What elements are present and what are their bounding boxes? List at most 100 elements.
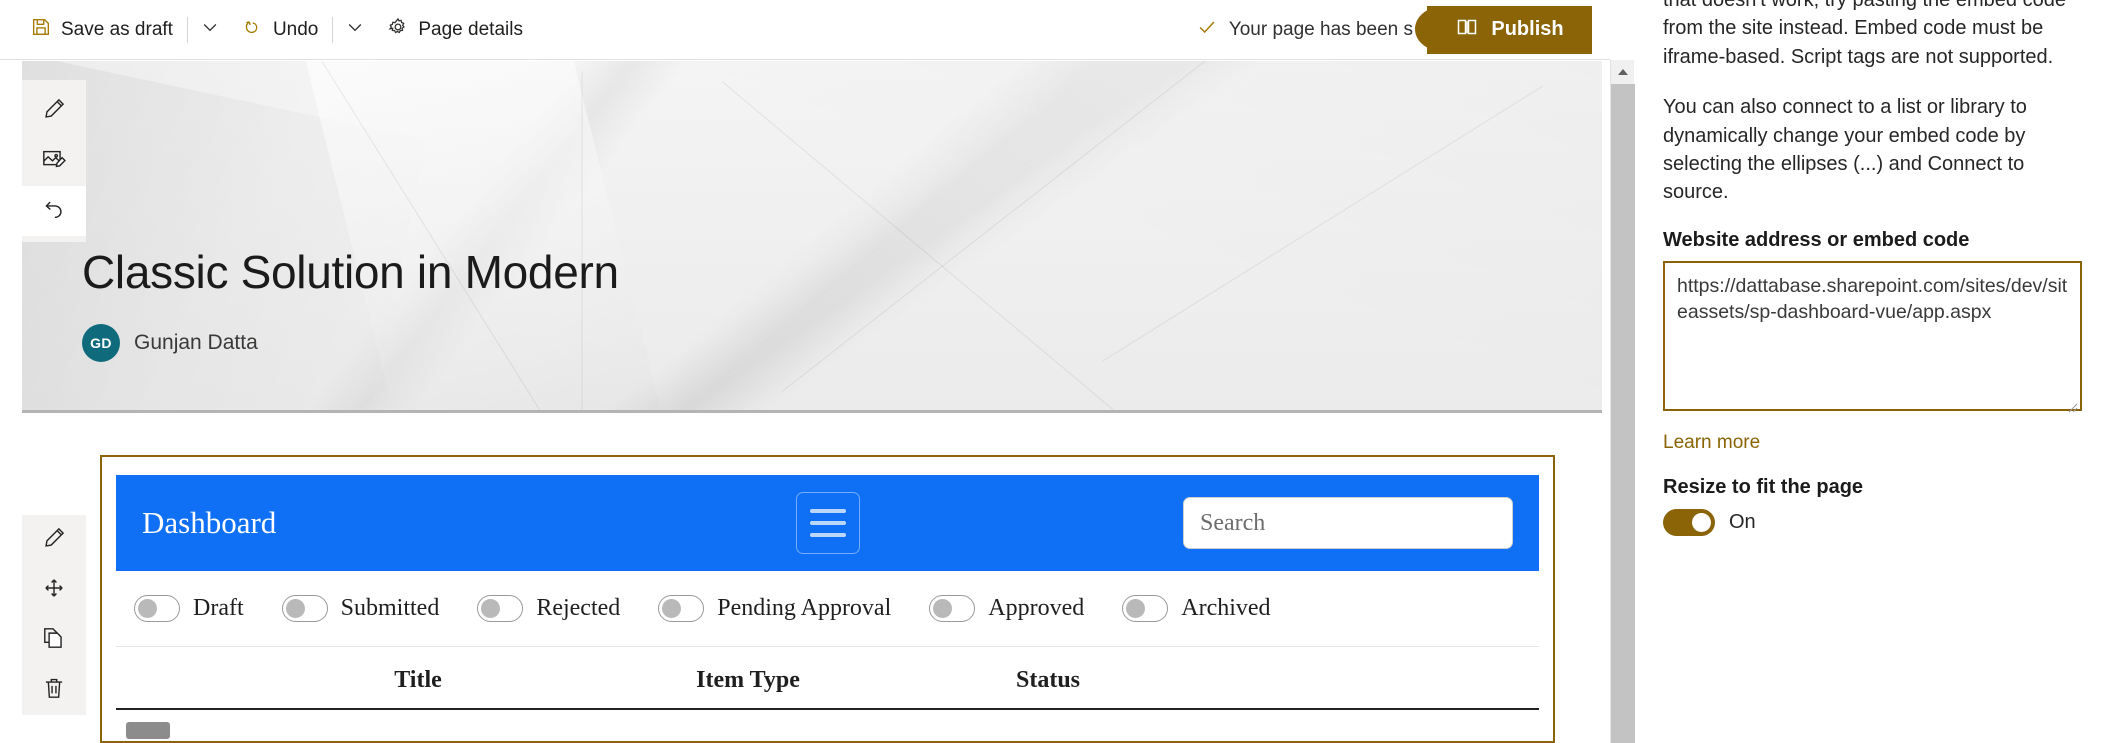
command-bar-right-group: Your page has been s Publish — [1196, 0, 1610, 60]
column-header-title[interactable]: Title — [248, 653, 588, 710]
publish-label: Publish — [1491, 18, 1564, 40]
toggle-switch[interactable] — [929, 595, 976, 622]
filter-toggle-draft[interactable]: Draft — [134, 595, 244, 622]
hero-decoration — [1101, 85, 1544, 362]
toggle-knob — [1126, 599, 1146, 618]
chevron-down-icon — [200, 17, 220, 42]
undo-button[interactable]: Undo — [230, 8, 330, 52]
duplicate-icon — [41, 625, 67, 656]
page-title[interactable]: Classic Solution in Modern — [82, 247, 619, 298]
toggle-knob — [662, 599, 682, 618]
edit-pencil-icon — [41, 96, 67, 127]
change-image-icon — [41, 146, 67, 177]
table-header-row: Title Item Type Status — [116, 653, 1539, 710]
filter-toggle-archived[interactable]: Archived — [1122, 595, 1271, 622]
filter-label: Submitted — [340, 595, 440, 621]
divider — [332, 16, 334, 43]
save-options-chevron[interactable] — [190, 8, 230, 52]
resize-toggle-switch[interactable] — [1663, 508, 1715, 536]
canvas-scrollbar[interactable] — [1610, 60, 1635, 743]
embed-address-input[interactable] — [1663, 260, 2082, 411]
toggle-knob — [933, 599, 953, 618]
hamburger-line — [809, 509, 846, 513]
search-placeholder: Search — [1200, 509, 1266, 536]
column-header-item-type[interactable]: Item Type — [588, 653, 908, 710]
toggle-switch[interactable] — [658, 595, 705, 622]
toggle-knob — [138, 599, 157, 618]
hero-banner[interactable]: Classic Solution in Modern GD Gunjan Dat… — [22, 61, 1602, 413]
hamburger-menu-icon[interactable] — [795, 492, 860, 554]
webpart-edit-button[interactable] — [22, 515, 86, 565]
filter-label: Rejected — [536, 595, 621, 621]
resize-toggle-label: Resize to fit the page — [1663, 475, 1864, 498]
filter-label: Draft — [193, 595, 244, 621]
toggle-knob — [481, 599, 501, 618]
undo-options-chevron[interactable] — [335, 8, 375, 52]
address-field-label: Website address or embed code — [1663, 228, 1970, 251]
revert-icon — [41, 196, 67, 227]
hero-change-image-button[interactable] — [22, 136, 86, 186]
scroll-up-arrow-icon[interactable] — [1611, 60, 1634, 84]
webpart-move-button[interactable] — [22, 565, 86, 615]
avatar: GD — [82, 324, 120, 362]
page-details-button[interactable]: Page details — [375, 8, 535, 52]
delete-trash-icon — [41, 675, 67, 706]
status-filter-row: Draft Submitted Rejected Pending Approva… — [116, 571, 1539, 647]
toggle-switch[interactable] — [281, 595, 328, 622]
toggle-switch[interactable] — [1122, 595, 1169, 622]
column-header-status[interactable]: Status — [908, 653, 1188, 710]
hero-decoration — [721, 81, 1198, 410]
toggle-knob — [285, 599, 305, 618]
toggle-switch[interactable] — [134, 595, 180, 622]
undo-arrow-icon — [242, 16, 264, 44]
save-floppy-icon — [30, 16, 52, 44]
filter-toggle-rejected[interactable]: Rejected — [477, 595, 620, 622]
publish-button[interactable]: Publish — [1427, 5, 1592, 54]
table-row-partial[interactable] — [126, 722, 170, 739]
checkmark-icon — [1196, 16, 1218, 44]
edit-pencil-icon — [41, 525, 67, 556]
hero-edit-button[interactable] — [22, 86, 86, 136]
column-header-blank[interactable] — [116, 653, 248, 710]
page-author: GD Gunjan Datta — [82, 324, 258, 362]
dashboard-table: Title Item Type Status — [116, 647, 1539, 741]
move-icon — [41, 575, 67, 606]
webpart-duplicate-button[interactable] — [22, 615, 86, 665]
webpart-toolbar — [22, 515, 86, 715]
author-name: Gunjan Datta — [134, 331, 258, 354]
webpart-delete-button[interactable] — [22, 665, 86, 715]
hamburger-line — [809, 533, 846, 537]
resize-toggle-row: On — [1663, 508, 2082, 536]
dashboard-header: Dashboard Search — [116, 475, 1539, 571]
command-bar-left-group: Save as draft Undo Page details — [0, 8, 535, 52]
filter-toggle-approved[interactable]: Approved — [929, 595, 1084, 622]
book-icon — [1455, 15, 1479, 45]
filter-label: Approved — [988, 595, 1085, 621]
embed-webpart[interactable]: Dashboard Search Draft Submitted Rejecte… — [100, 455, 1555, 743]
save-status-message: Your page has been s — [1196, 16, 1427, 44]
column-header-blank[interactable] — [1188, 653, 1539, 710]
gear-icon — [387, 16, 409, 44]
chevron-down-icon — [345, 17, 365, 42]
hero-decoration — [581, 71, 583, 410]
hero-revert-button[interactable] — [22, 186, 86, 236]
page-canvas: Classic Solution in Modern GD Gunjan Dat… — [0, 60, 1610, 743]
hero-toolbar — [22, 80, 86, 242]
filter-toggle-submitted[interactable]: Submitted — [281, 595, 440, 622]
undo-label: Undo — [272, 18, 319, 40]
toggle-knob — [1692, 512, 1711, 532]
save-as-draft-label: Save as draft — [61, 18, 173, 40]
scrollbar-thumb[interactable] — [1611, 84, 1635, 743]
hero-decoration — [781, 61, 1334, 392]
save-as-draft-button[interactable]: Save as draft — [18, 8, 185, 52]
filter-label: Pending Approval — [717, 595, 892, 621]
filter-toggle-pending-approval[interactable]: Pending Approval — [658, 595, 891, 622]
sharepoint-page-editor: Save as draft Undo Page details Your pag… — [0, 0, 2110, 743]
toggle-switch[interactable] — [477, 595, 524, 622]
search-input[interactable]: Search — [1183, 497, 1513, 549]
learn-more-link[interactable]: Learn more — [1663, 432, 1760, 454]
help-paragraph-1: that doesn't work, try pasting the embed… — [1663, 0, 2066, 68]
command-bar: Save as draft Undo Page details Your pag… — [0, 0, 1610, 60]
page-details-label: Page details — [418, 18, 523, 40]
divider — [186, 16, 188, 43]
